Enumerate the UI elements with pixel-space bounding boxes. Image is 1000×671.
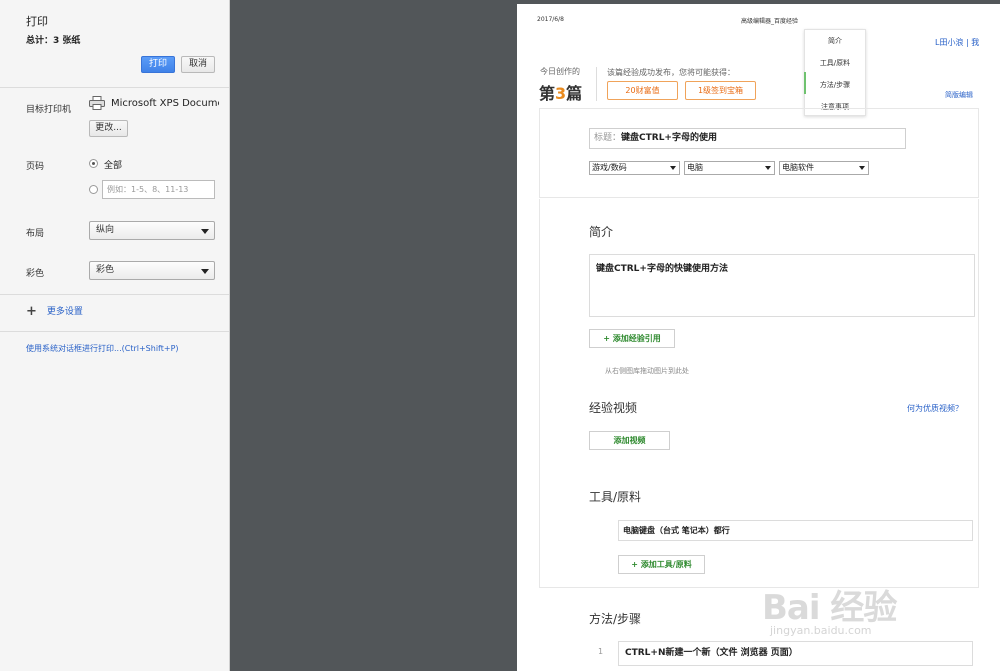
tools-item-input[interactable]: 电脑键盘（台式 笔记本）都行: [618, 520, 973, 541]
layout-select[interactable]: 纵向: [89, 221, 215, 240]
print-preview-page: 2017/6/8 高级编辑器_百度经验 简介 工具/原料 方法/步骤 注意事项 …: [517, 4, 1000, 671]
print-settings-panel: 打印 总计：3 张纸 打印 取消 目标打印机 Microsoft XPS Doc…: [0, 0, 230, 671]
print-header: 打印 总计：3 张纸 打印 取消: [0, 0, 229, 88]
menu-item-intro[interactable]: 简介: [805, 30, 865, 52]
section-dropdown-menu: 简介 工具/原料 方法/步骤 注意事项: [804, 29, 866, 116]
divider: [0, 331, 229, 332]
color-label: 彩色: [26, 269, 45, 279]
pages-all-radio[interactable]: [89, 159, 98, 168]
today-count: 第3篇: [539, 84, 583, 103]
system-dialog-link[interactable]: 使用系统对话框进行打印...(Ctrl+Shift+P): [26, 343, 179, 354]
printer-icon: [89, 96, 105, 110]
category-select-1[interactable]: 游戏/数码: [589, 161, 680, 175]
menu-item-steps[interactable]: 方法/步骤: [805, 74, 865, 96]
cancel-button[interactable]: 取消: [181, 56, 215, 73]
chevron-down-icon: [765, 166, 771, 170]
print-button[interactable]: 打印: [141, 56, 175, 73]
sheet-total: 总计：3 张纸: [26, 36, 81, 46]
more-settings-toggle[interactable]: + 更多设置: [26, 304, 83, 319]
pages-all-label: 全部: [104, 161, 123, 171]
pages-custom-radio[interactable]: [89, 185, 98, 194]
print-title: 打印: [26, 15, 48, 28]
category-select-2[interactable]: 电脑: [684, 161, 775, 175]
divider: [596, 67, 597, 101]
pages-label: 页码: [26, 162, 45, 172]
video-quality-link[interactable]: 何为优质视频？: [907, 403, 963, 414]
drag-image-hint: 从右侧图库拖动图片到此处: [605, 367, 689, 375]
intro-textarea[interactable]: 键盘CTRL+字母的快键使用方法: [589, 254, 975, 317]
color-value: 彩色: [96, 265, 115, 275]
pages-custom-input[interactable]: 例如：1-5、8、11-13: [102, 180, 215, 199]
steps-heading: 方法/步骤: [589, 612, 642, 626]
baidu-watermark: Bai 经验 jingyan.baidu.com: [762, 580, 897, 637]
menu-item-tools[interactable]: 工具/原料: [805, 52, 865, 74]
add-quote-button[interactable]: + 添加经验引用: [589, 329, 675, 348]
reward-chest-badge: 1级签到宝箱: [685, 81, 756, 100]
color-select[interactable]: 彩色: [89, 261, 215, 280]
more-settings-label: 更多设置: [46, 307, 83, 317]
reward-wealth-badge: 20财富值: [607, 81, 678, 100]
step-number: 1: [598, 647, 604, 656]
tools-heading: 工具/原料: [589, 490, 642, 504]
layout-label: 布局: [26, 229, 45, 239]
divider: [0, 294, 229, 295]
title-input[interactable]: 标题：键盘CTRL+字母的使用: [589, 128, 906, 149]
publish-success-text: 该篇经验成功发布，您将可能获得：: [607, 68, 735, 77]
chevron-down-icon: [201, 269, 209, 274]
destination-name: Microsoft XPS Documen...: [111, 98, 219, 109]
destination-label: 目标打印机: [26, 105, 72, 115]
simple-editor-link[interactable]: 简版编辑: [945, 90, 973, 100]
chevron-down-icon: [670, 166, 676, 170]
change-printer-button[interactable]: 更改...: [89, 120, 128, 137]
layout-value: 纵向: [96, 225, 115, 235]
add-tools-button[interactable]: + 添加工具/原料: [618, 555, 705, 574]
header-date: 2017/6/8: [537, 16, 564, 23]
add-video-button[interactable]: 添加视频: [589, 431, 670, 450]
watermark-url: jingyan.baidu.com: [770, 624, 872, 637]
title-card: [539, 108, 979, 198]
active-indicator: [804, 72, 806, 94]
chevron-down-icon: [859, 166, 865, 170]
header-title: 高级编辑器_百度经验: [741, 18, 799, 25]
intro-heading: 简介: [589, 225, 614, 239]
today-label: 今日创作的: [540, 67, 580, 76]
step-input[interactable]: CTRL+N新建一个新（文件 浏览器 页面）: [618, 641, 973, 666]
video-heading: 经验视频: [589, 401, 638, 415]
user-link[interactable]: L田小浪 | 我: [935, 37, 979, 48]
chevron-down-icon: [201, 229, 209, 234]
watermark-brand: Bai 经验: [762, 588, 897, 628]
plus-icon: +: [26, 304, 37, 319]
category-select-3[interactable]: 电脑软件: [779, 161, 869, 175]
